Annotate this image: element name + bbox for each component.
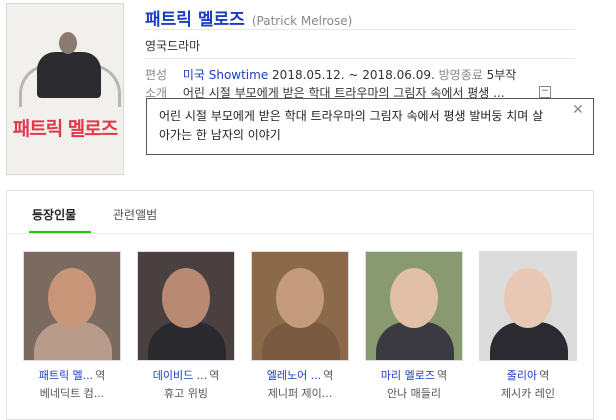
cast-card[interactable]: 엘레노어 ... 역 제니퍼 제이... xyxy=(251,251,349,401)
character-name[interactable]: 엘레노어 ... xyxy=(267,369,321,382)
airing-label: 편성 xyxy=(145,68,168,82)
actor-name[interactable]: 베네딕트 컴... xyxy=(23,385,121,401)
actor-name[interactable]: 제시카 레인 xyxy=(479,385,577,401)
summary-popup: 어린 시절 부모에게 받은 학대 트라우마의 그림자 속에서 평생 발버둥 치며… xyxy=(146,98,594,155)
character-name[interactable]: 줄리아 xyxy=(507,369,537,382)
airing-row: 편성 미국 Showtime 2018.05.12. ~ 2018.06.09.… xyxy=(145,66,516,83)
role-suffix: 역 xyxy=(539,369,550,382)
active-tab-indicator xyxy=(29,231,91,233)
collapse-icon[interactable]: − xyxy=(539,86,551,98)
poster-title: 패트릭 멜로즈 xyxy=(12,118,119,140)
title-row: 패트릭 멜로즈 (Patrick Melrose) xyxy=(145,5,352,30)
popup-text: 어린 시절 부모에게 받은 학대 트라우마의 그림자 속에서 평생 발버둥 치며… xyxy=(159,109,544,142)
divider xyxy=(145,29,575,30)
page-title[interactable]: 패트릭 멜로즈 xyxy=(145,10,245,30)
role-suffix: 역 xyxy=(209,369,220,382)
role-suffix: 역 xyxy=(323,369,334,382)
poster-head xyxy=(59,32,77,54)
actor-name[interactable]: 휴고 위빙 xyxy=(137,385,235,401)
cast-card[interactable]: 데이비드 ... 역 휴고 위빙 xyxy=(137,251,235,401)
actor-name[interactable]: 안나 매들리 xyxy=(365,385,463,401)
poster-figure xyxy=(37,52,101,98)
cast-photo[interactable] xyxy=(479,251,577,361)
character-name[interactable]: 마리 멜로즈 xyxy=(381,369,435,382)
cast-photo[interactable] xyxy=(23,251,121,361)
cast-photo[interactable] xyxy=(365,251,463,361)
cast-card[interactable]: 패트릭 멜... 역 베네딕트 컴... xyxy=(23,251,121,401)
network-link[interactable]: 미국 Showtime xyxy=(183,68,268,82)
character-name[interactable]: 데이비드 ... xyxy=(153,369,207,382)
air-dates: 2018.05.12. ~ 2018.06.09. xyxy=(272,68,435,82)
cast-photo[interactable] xyxy=(137,251,235,361)
tab-bar: 등장인물 관련앨범 xyxy=(7,191,593,234)
episode-count: 5부작 xyxy=(486,68,517,82)
close-icon[interactable]: ✕ xyxy=(571,103,585,117)
tab-albums[interactable]: 관련앨범 xyxy=(113,206,157,223)
cast-card[interactable]: 마리 멜로즈 역 안나 매들리 xyxy=(365,251,463,401)
page-subtitle: (Patrick Melrose) xyxy=(251,14,353,28)
cast-card[interactable]: 줄리아 역 제시카 레인 xyxy=(479,251,577,401)
divider xyxy=(145,58,575,59)
actor-name[interactable]: 제니퍼 제이... xyxy=(251,385,349,401)
role-suffix: 역 xyxy=(95,369,106,382)
genre-label: 영국드라마 xyxy=(145,39,201,53)
poster-image[interactable]: 패트릭 멜로즈 xyxy=(6,3,124,175)
role-suffix: 역 xyxy=(436,369,448,382)
character-name[interactable]: 패트릭 멜... xyxy=(39,369,93,382)
cast-photo[interactable] xyxy=(251,251,349,361)
tab-characters[interactable]: 등장인물 xyxy=(32,206,76,223)
status-badge: 방영종료 xyxy=(438,68,483,82)
cast-section: 등장인물 관련앨범 패트릭 멜... 역 베네딕트 컴... 데이비드 ... 역 … xyxy=(6,190,594,420)
